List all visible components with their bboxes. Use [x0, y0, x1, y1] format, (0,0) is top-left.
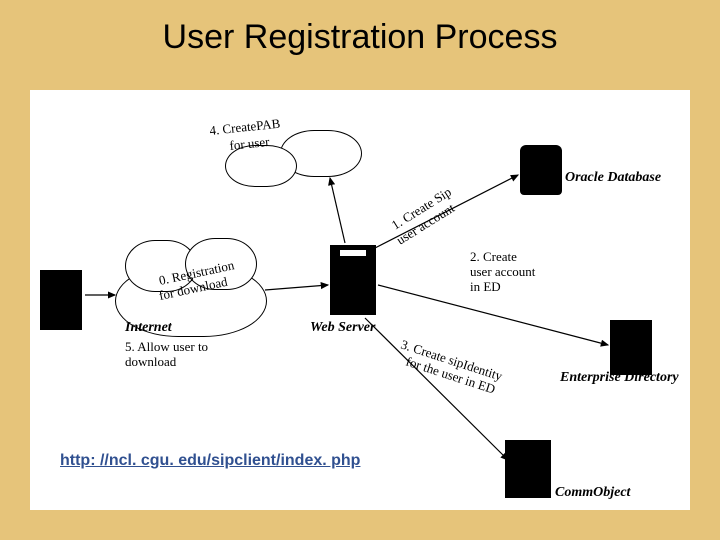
commobject-node	[505, 440, 551, 498]
oracle-label: Oracle Database	[565, 170, 661, 185]
step2-c: in ED	[470, 280, 501, 294]
step1-a: 1. Create Sip	[389, 184, 454, 232]
pab-cloud2	[225, 145, 297, 187]
page-title: User Registration Process	[0, 18, 720, 57]
client-node	[40, 270, 82, 330]
step5-b: download	[125, 355, 176, 369]
internet-cloud3	[185, 238, 257, 290]
step5-a: 5. Allow user to	[125, 340, 208, 354]
diagram-canvas: Oracle Database Web Server Enterprise Di…	[30, 90, 690, 510]
step2-b: user account	[470, 265, 535, 279]
commobject-label: CommObject	[555, 485, 630, 500]
step2-a: 2. Create	[470, 250, 517, 264]
step1-b: user account	[394, 200, 458, 248]
step3-b: for the user in ED	[404, 354, 497, 397]
oracle-node	[520, 145, 562, 195]
step3-a: 3. Create sipIdentity	[399, 337, 505, 384]
source-url-link[interactable]: http: //ncl. cgu. edu/sipclient/index. p…	[60, 452, 360, 470]
step4-a: 4. CreatePAB	[209, 116, 282, 138]
internet-label: Internet	[125, 320, 172, 335]
enterprise-label: Enterprise Directory	[560, 370, 679, 385]
webserver-label: Web Server	[310, 320, 375, 335]
enterprise-node	[610, 320, 652, 375]
